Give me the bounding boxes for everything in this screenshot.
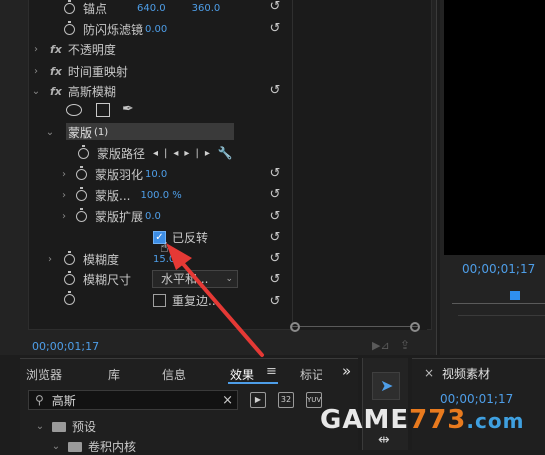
red-arrow-annotation [166, 243, 264, 357]
watermark-logo: GAME773.com [320, 405, 525, 435]
